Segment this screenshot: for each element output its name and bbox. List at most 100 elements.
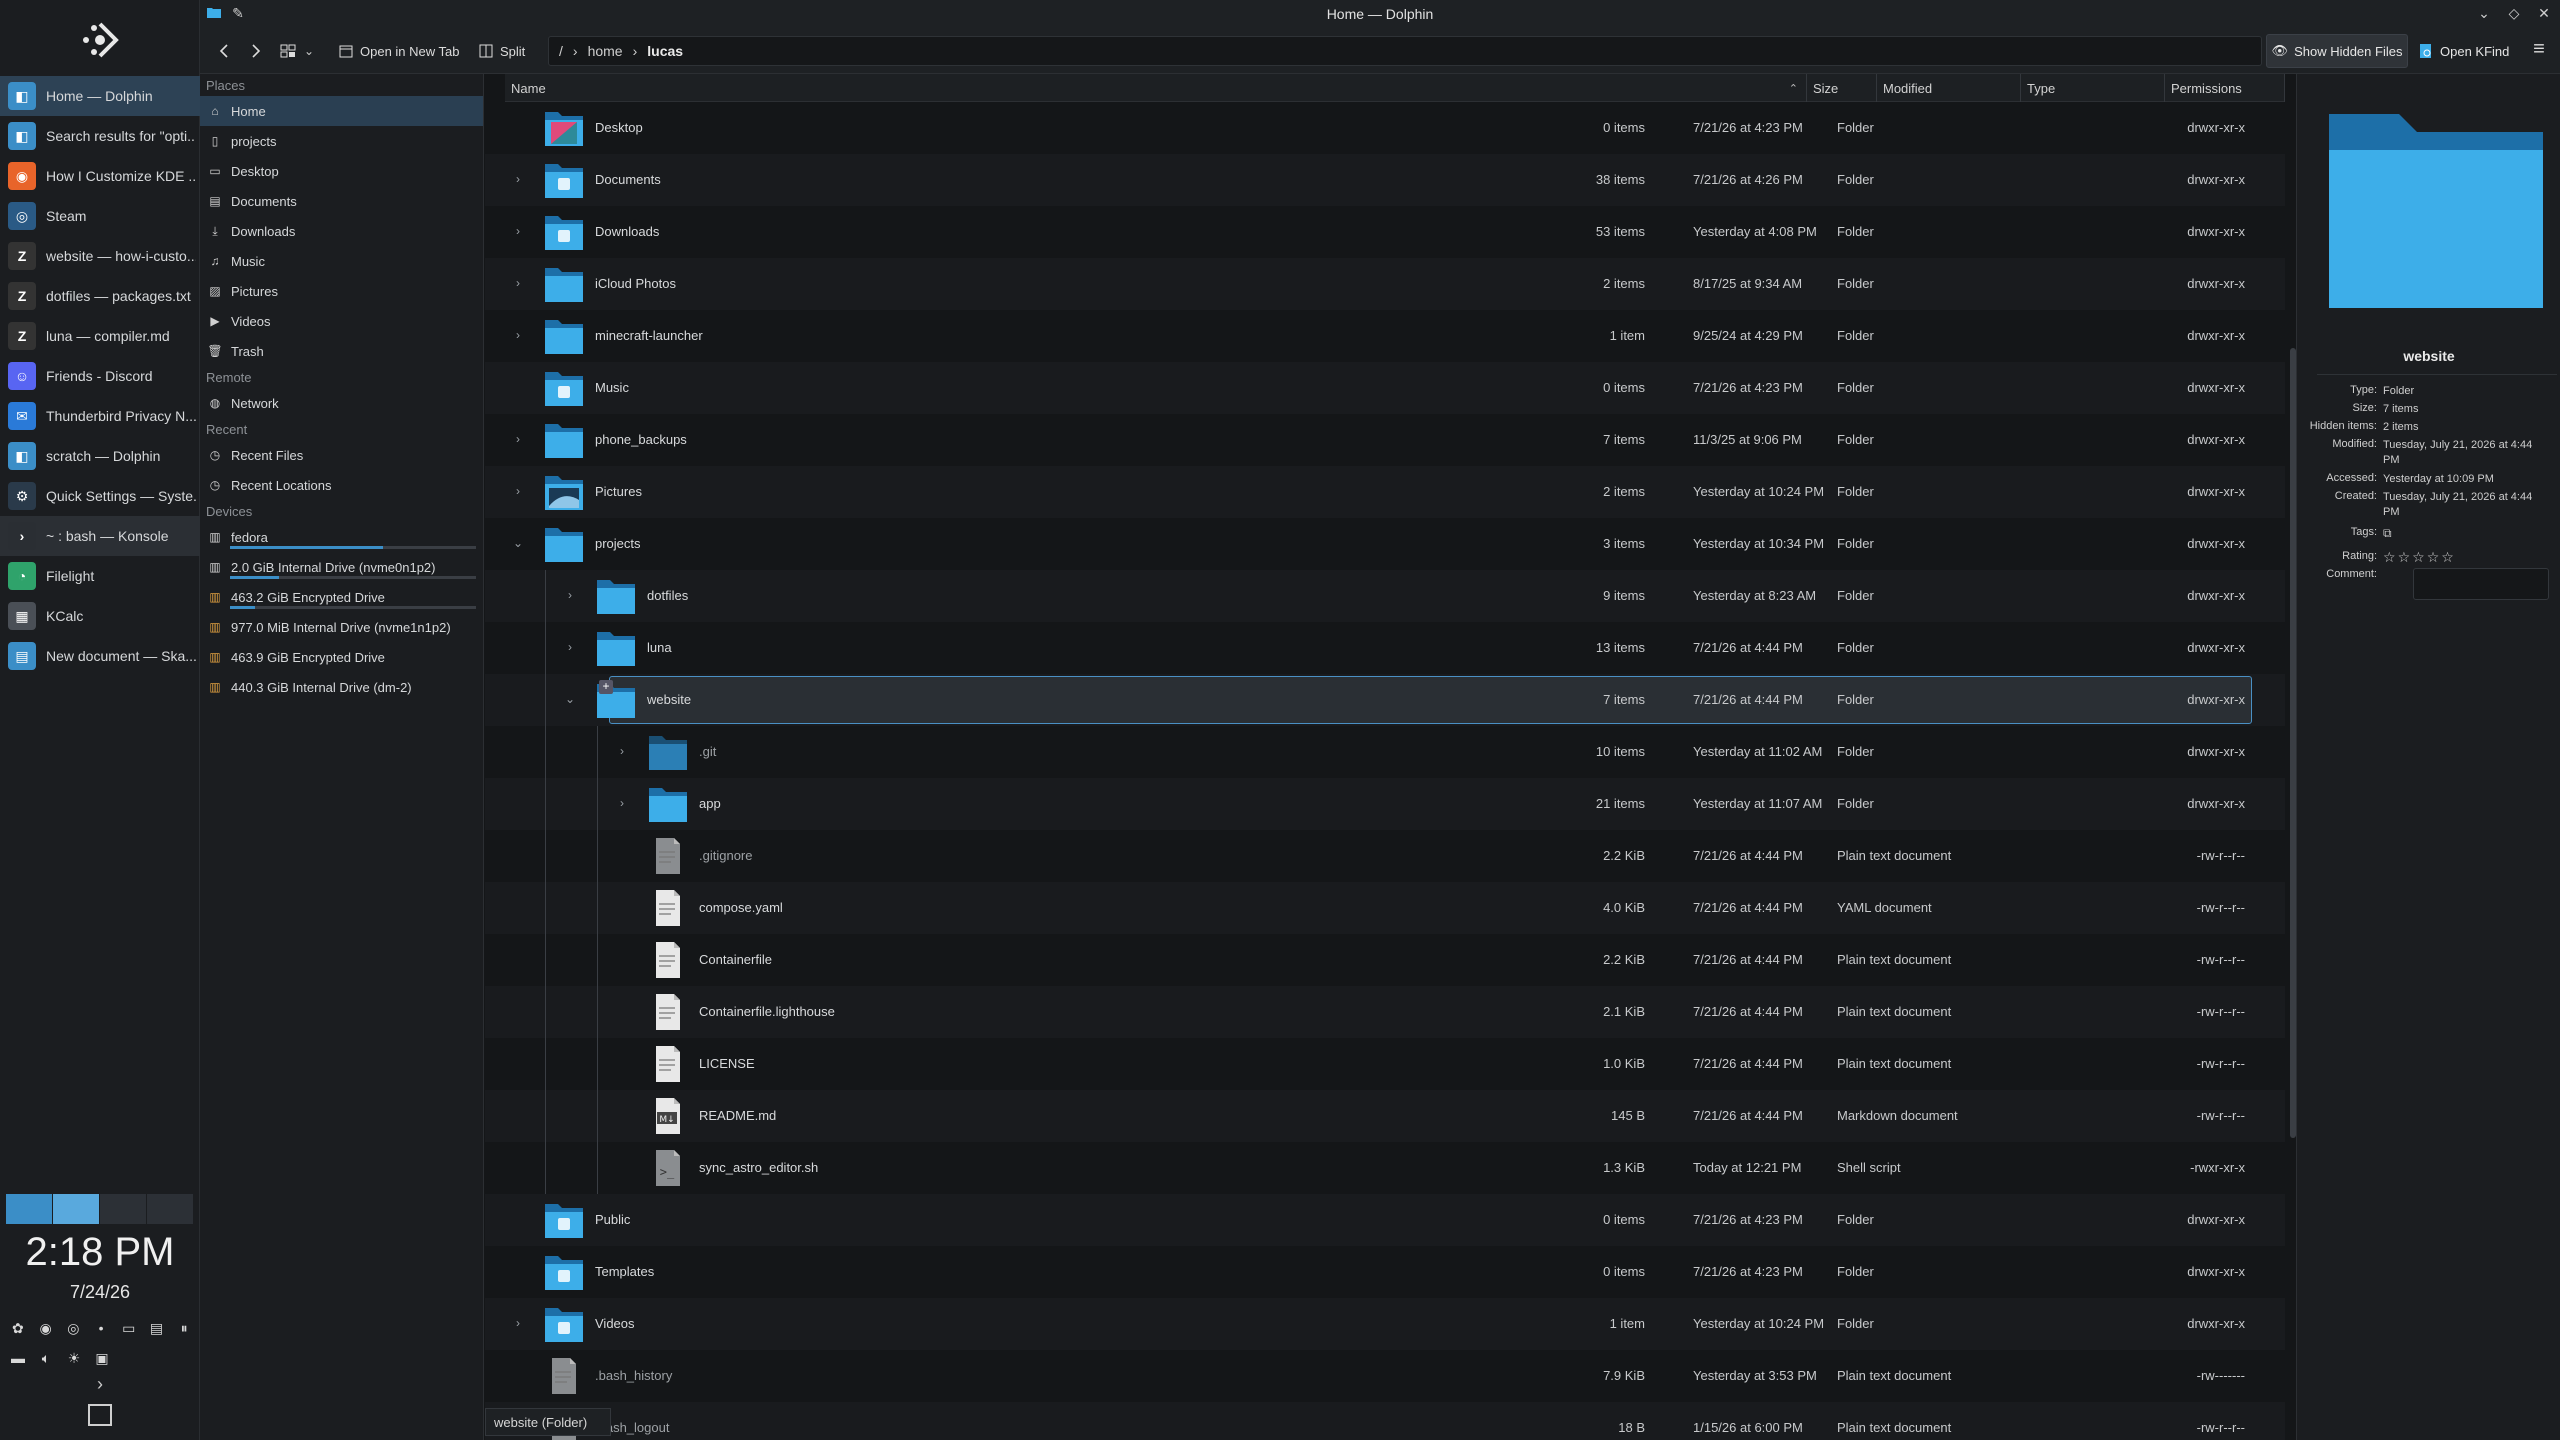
file-row[interactable]: Desktop 0 items 7/21/26 at 4:23 PM Folder dr… — [485, 102, 2285, 154]
file-row[interactable]: LICENSE 1.0 KiB 7/21/26 at 4:44 PM Plain te… — [485, 1038, 2285, 1090]
star-icon[interactable]: ☆ — [2441, 550, 2454, 565]
star-icon[interactable]: ☆ — [2383, 550, 2396, 565]
split-button[interactable]: Split — [478, 36, 525, 66]
brightness-icon[interactable]: ☀ — [64, 1348, 84, 1368]
open-in-new-tab-button[interactable]: Open in New Tab — [338, 36, 460, 66]
konsole-tray-icon[interactable]: ▭ — [119, 1318, 139, 1338]
file-row[interactable]: › iCloud Photos 2 items 8/17/25 at 9:34 AM F… — [485, 258, 2285, 310]
places-item-documents[interactable]: ▤ Documents — [200, 186, 483, 216]
file-row[interactable]: › Documents 38 items 7/21/26 at 4:26 PM Fold… — [485, 154, 2285, 206]
location-bar[interactable]: / › home › lucas — [548, 36, 2262, 66]
expand-chevron-icon[interactable]: › — [511, 1316, 525, 1330]
file-row[interactable]: › .git 10 items Yesterday at 11:02 AM Folder… — [485, 726, 2285, 778]
file-row[interactable]: ⌄ + website 7 items 7/21/26 at 4:44 PM Folder… — [485, 674, 2285, 726]
add-tags-icon[interactable]: ⧉ — [2383, 526, 2533, 541]
file-row[interactable]: .gitignore 2.2 KiB 7/21/26 at 4:44 PM Plain… — [485, 830, 2285, 882]
column-header-modified[interactable]: Modified — [1877, 74, 2021, 102]
collapse-chevron-icon[interactable]: ⌄ — [511, 536, 525, 550]
window-titlebar[interactable]: ✎ Home — Dolphin ⌄ ◇ ✕ — [200, 0, 2560, 28]
file-row[interactable]: › minecraft-launcher 1 item 9/25/24 at 4:29… — [485, 310, 2285, 362]
file-row[interactable]: › app 21 items Yesterday at 11:07 AM Folder d… — [485, 778, 2285, 830]
expand-chevron-icon[interactable]: › — [511, 224, 525, 238]
column-header-permissions[interactable]: Permissions — [2165, 74, 2285, 102]
task-item[interactable]: ◔ Filelight — [0, 556, 200, 596]
places-item-463-2-gib-encrypted-drive[interactable]: ▥ 463.2 GiB Encrypted Drive — [200, 582, 483, 612]
file-list-view[interactable]: Name ⌃ Size Modified Type Permissions De… — [485, 74, 2285, 1440]
places-item-home[interactable]: ⌂ Home — [200, 96, 483, 126]
open-kfind-button[interactable]: Open KFind — [2418, 36, 2509, 66]
expand-chevron-icon[interactable]: › — [511, 484, 525, 498]
app-launcher-icon[interactable] — [70, 10, 130, 70]
file-row[interactable]: › Pictures 2 items Yesterday at 10:24 PM Fol… — [485, 466, 2285, 518]
show-desktop-button[interactable] — [88, 1404, 112, 1426]
task-item[interactable]: ▤ New document — Ska... — [0, 636, 200, 676]
file-row[interactable]: compose.yaml 4.0 KiB 7/21/26 at 4:44 PM YAM… — [485, 882, 2285, 934]
expand-chevron-icon[interactable]: › — [563, 640, 577, 654]
places-item-463-9-gib-encrypted-drive[interactable]: ▥ 463.9 GiB Encrypted Drive — [200, 642, 483, 672]
places-item-fedora[interactable]: ▥ fedora — [200, 522, 483, 552]
star-icon[interactable]: ☆ — [2412, 550, 2425, 565]
star-icon[interactable]: ☆ — [2398, 550, 2411, 565]
tray-expand-icon[interactable]: › — [90, 1374, 110, 1394]
file-row[interactable]: Music 0 items 7/21/26 at 4:23 PM Folder drwx… — [485, 362, 2285, 414]
task-item[interactable]: › ~ : bash — Konsole — [0, 516, 200, 556]
breadcrumb-home[interactable]: home — [588, 43, 623, 59]
task-item[interactable]: Zwebsite — how-i-custo... — [0, 236, 200, 276]
places-item-trash[interactable]: 🗑︎ Trash — [200, 336, 483, 366]
task-item[interactable]: ☺ Friends - Discord — [0, 356, 200, 396]
display-icon[interactable]: ▣ — [92, 1348, 112, 1368]
places-item-desktop[interactable]: ▭ Desktop — [200, 156, 483, 186]
battery-icon[interactable]: ▬ — [8, 1348, 28, 1368]
expand-chevron-icon[interactable]: › — [615, 796, 629, 810]
expand-chevron-icon[interactable]: › — [511, 276, 525, 290]
expand-chevron-icon[interactable]: › — [511, 172, 525, 186]
task-item[interactable]: ◧ Search results for "opti... — [0, 116, 200, 156]
column-header-type[interactable]: Type — [2021, 74, 2165, 102]
places-item-440-3-gib-internal-drive-dm-2[interactable]: ▥ 440.3 GiB Internal Drive (dm-2) — [200, 672, 483, 702]
file-row[interactable]: Containerfile.lighthouse 2.1 KiB 7/21/26 a… — [485, 986, 2285, 1038]
back-button[interactable] — [216, 36, 232, 66]
task-item[interactable]: ▦ KCalc — [0, 596, 200, 636]
task-item[interactable]: ◧ Home — Dolphin — [0, 76, 200, 116]
file-row[interactable]: .bash_logout 18 B 1/15/26 at 6:00 PM Plain … — [485, 1402, 2285, 1440]
file-row[interactable]: >_ sync_astro_editor.sh 1.3 KiB Today at 12… — [485, 1142, 2285, 1194]
file-row[interactable]: › phone_backups 7 items 11/3/25 at 9:06 PM F… — [485, 414, 2285, 466]
places-item-network[interactable]: ◍ Network — [200, 388, 483, 418]
breadcrumb-root[interactable]: / — [559, 43, 563, 59]
expand-chevron-icon[interactable]: › — [511, 328, 525, 342]
expand-chevron-icon[interactable]: › — [563, 588, 577, 602]
pager-desktop[interactable] — [100, 1194, 146, 1224]
volume-icon[interactable]: 🔈︎ — [36, 1348, 56, 1368]
minimize-icon[interactable]: ⌄ — [2476, 5, 2492, 21]
close-icon[interactable]: ✕ — [2536, 5, 2552, 21]
file-row[interactable]: Templates 0 items 7/21/26 at 4:23 PM Folder… — [485, 1246, 2285, 1298]
media-tray-icon[interactable]: ⏸ — [174, 1318, 194, 1338]
clock-date[interactable]: 7/24/26 — [0, 1282, 200, 1303]
task-item[interactable]: ◎ Steam — [0, 196, 200, 236]
places-item-2-0-gib-internal-drive-nvme0n1p2[interactable]: ▥ 2.0 GiB Internal Drive (nvme0n1p2) — [200, 552, 483, 582]
column-header-name[interactable]: Name ⌃ — [505, 74, 1807, 102]
file-row[interactable]: .bash_history 7.9 KiB Yesterday at 3:53 PM… — [485, 1350, 2285, 1402]
file-row[interactable]: › Downloads 53 items Yesterday at 4:08 PM Fo… — [485, 206, 2285, 258]
places-item-recent-locations[interactable]: ◷ Recent Locations — [200, 470, 483, 500]
chevron-down-icon[interactable]: ⌄ — [304, 44, 314, 58]
file-row[interactable]: Public 0 items 7/21/26 at 4:23 PM Folder drw… — [485, 1194, 2285, 1246]
places-item-music[interactable]: ♫ Music — [200, 246, 483, 276]
settings-tray-icon[interactable]: ✿ — [8, 1318, 28, 1338]
file-row[interactable]: › dotfiles 9 items Yesterday at 8:23 AM Fold… — [485, 570, 2285, 622]
task-item[interactable]: ✉ Thunderbird Privacy N... — [0, 396, 200, 436]
collapse-chevron-icon[interactable]: ⌄ — [563, 692, 577, 706]
task-item[interactable]: ◧ scratch — Dolphin — [0, 436, 200, 476]
discord-tray-icon[interactable]: ◉ — [36, 1318, 56, 1338]
expand-chevron-icon[interactable]: › — [511, 432, 525, 446]
hamburger-menu-icon[interactable]: ≡ — [2526, 38, 2552, 64]
star-icon[interactable]: ☆ — [2427, 550, 2440, 565]
view-mode-button[interactable]: ⌄ — [280, 36, 314, 66]
column-header-size[interactable]: Size — [1807, 74, 1877, 102]
task-item[interactable]: ◉ How I Customize KDE ... — [0, 156, 200, 196]
maximize-icon[interactable]: ◇ — [2506, 5, 2522, 21]
file-row[interactable]: › Videos 1 item Yesterday at 10:24 PM Folder… — [485, 1298, 2285, 1350]
places-item-977-0-mib-internal-drive-nvme1n1p2[interactable]: ▥ 977.0 MiB Internal Drive (nvme1n1p2) — [200, 612, 483, 642]
task-item[interactable]: Zdotfiles — packages.txt — [0, 276, 200, 316]
steam-tray-icon[interactable]: ◎ — [63, 1318, 83, 1338]
